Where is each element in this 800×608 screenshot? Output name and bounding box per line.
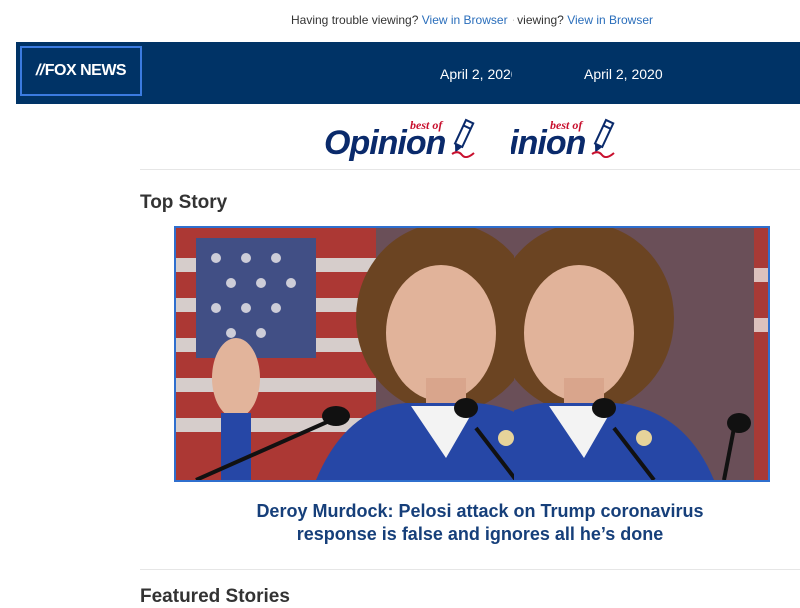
preheader-trouble-text: Having trouble viewing? [513, 13, 564, 27]
view-in-browser-link[interactable]: View in Browser [567, 13, 653, 27]
speaker-photo-duplicate [514, 228, 768, 480]
top-story-image[interactable] [174, 226, 770, 482]
header-bar: //FOX NEWS April 2, 2020 April 2, 2020 [16, 42, 800, 104]
header-date: April 2, 2020 [440, 66, 512, 82]
best-of-opinion-logo: best of Opinion [320, 112, 508, 168]
pen-icon [451, 118, 475, 158]
preheader-text-duplicate: Having trouble viewing? View in Browser [513, 13, 653, 27]
top-story-headline[interactable]: Deroy Murdock: Pelosi attack on Trump co… [160, 500, 512, 550]
opinion-word: Opinion [511, 124, 586, 162]
top-story-heading: Top Story [140, 192, 228, 213]
logo-text: FOX NEWS [44, 62, 127, 79]
logo-slash-icon: // [35, 62, 44, 79]
preheader-trouble-text: Having trouble viewing? [291, 13, 422, 27]
divider [140, 569, 800, 570]
headline-line-1: Deroy Murdock: Pelosi attack on Trump co… [256, 501, 512, 521]
headline-line-1: Deroy Murdock: Pelosi attack on Trump co… [508, 501, 704, 521]
opinion-word: Opinion [324, 124, 446, 162]
headline-line-2: response is false and ignores all he’s d… [296, 524, 512, 544]
top-story-headline-duplicate[interactable]: Deroy Murdock: Pelosi attack on Trump co… [508, 500, 800, 550]
header-date-duplicate: April 2, 2020 [584, 66, 663, 82]
fox-news-logo[interactable]: //FOX NEWS [20, 46, 142, 96]
speaker-photo [176, 228, 514, 480]
pen-icon [591, 118, 615, 158]
featured-stories-heading: Featured Stories [140, 586, 290, 607]
view-in-browser-link[interactable]: View in Browser [422, 13, 508, 27]
headline-line-2: response is false and ignores all he’s d… [508, 524, 664, 544]
best-of-opinion-logo-duplicate: best of Opinion [511, 112, 631, 168]
preheader-text: Having trouble viewing? View in Browser [291, 13, 508, 27]
divider [140, 169, 800, 170]
